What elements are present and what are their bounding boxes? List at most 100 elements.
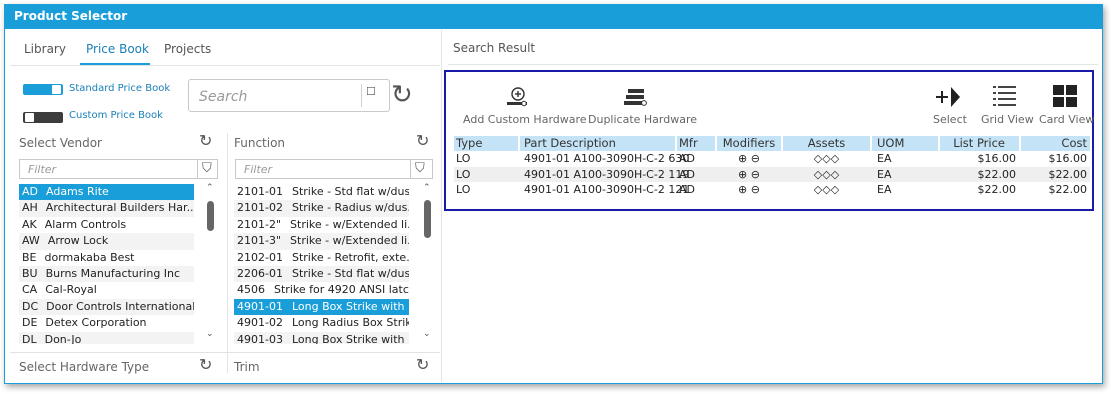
cell-cost: $22.00 bbox=[1048, 183, 1088, 196]
card-view-icon[interactable] bbox=[1052, 84, 1078, 108]
duplicate-hardware-button[interactable]: Duplicate Hardware bbox=[588, 113, 697, 126]
funnel-icon[interactable]: ⛉ bbox=[415, 161, 425, 176]
vendor-filter-separator bbox=[197, 160, 198, 178]
list-item[interactable]: CA Cal-Royal bbox=[19, 282, 194, 298]
cell-modifiers[interactable]: ⊕ ⊖ bbox=[717, 151, 781, 167]
grid-view-icon[interactable] bbox=[992, 84, 1018, 108]
vendor-filter-box: ⛉ bbox=[19, 159, 218, 179]
list-item[interactable]: DC Door Controls International bbox=[19, 298, 194, 316]
list-item[interactable]: BU Burns Manufacturing Inc bbox=[19, 265, 194, 283]
funnel-icon[interactable]: ⛉ bbox=[202, 161, 212, 176]
list-item[interactable]: 2101-02 Strike - Radius w/dus... bbox=[234, 200, 409, 217]
refresh-vendor-icon[interactable]: ↻ bbox=[199, 131, 212, 150]
list-item-name: Strike - w/Extended li... bbox=[290, 217, 409, 231]
list-item-name: Detex Corporation bbox=[45, 316, 147, 330]
col-mfr[interactable]: Mfr bbox=[677, 136, 715, 151]
list-item[interactable]: AW Arrow Lock bbox=[19, 233, 194, 250]
list-item-code: 2101-01 bbox=[237, 185, 283, 198]
vendor-scroll-thumb[interactable] bbox=[207, 201, 214, 231]
cell-assets[interactable]: ◇◇◇ bbox=[783, 182, 870, 198]
list-item-code: AD bbox=[22, 185, 38, 198]
window-title: Product Selector bbox=[4, 4, 1103, 29]
scroll-down-icon[interactable]: ⌄ bbox=[423, 329, 431, 339]
list-item-name: Strike - Std flat w/dus... bbox=[291, 185, 409, 198]
add-custom-hardware-icon[interactable] bbox=[505, 84, 531, 110]
col-uom[interactable]: UOM bbox=[872, 136, 938, 151]
list-item-code: DE bbox=[22, 316, 38, 330]
tab-library[interactable]: Library bbox=[24, 42, 66, 56]
list-item[interactable]: 2101-01 Strike - Std flat w/dus... bbox=[234, 184, 409, 200]
col-type[interactable]: Type bbox=[454, 136, 518, 151]
list-item[interactable]: 4901-02 Long Radius Box Strik... bbox=[234, 315, 409, 331]
list-item[interactable]: DL Don-Jo bbox=[19, 331, 194, 344]
list-item-code: 4901-02 bbox=[237, 316, 283, 330]
table-row[interactable]: LO 4901-01 A100-3090H-C-2 630 AD ⊕ ⊖ ◇◇◇ EA $1… bbox=[454, 151, 1090, 167]
list-item[interactable]: AH Architectural Builders Har... bbox=[19, 200, 194, 217]
list-item[interactable]: AK Alarm Controls bbox=[19, 217, 194, 233]
custom-price-book-toggle[interactable] bbox=[23, 112, 63, 123]
standard-price-book-toggle[interactable] bbox=[23, 84, 63, 95]
results-grid: Type Part Description Mfr Modifiers Asse… bbox=[454, 136, 1090, 198]
list-item[interactable]: 4506 Strike for 4920 ANSI latch bbox=[234, 282, 409, 298]
list-item[interactable]: DE Detex Corporation bbox=[19, 315, 194, 331]
cell-modifiers[interactable]: ⊕ ⊖ bbox=[717, 167, 781, 183]
duplicate-hardware-icon[interactable] bbox=[623, 86, 649, 108]
tab-price-book[interactable]: Price Book bbox=[86, 42, 149, 56]
card-view-button[interactable]: Card View bbox=[1039, 113, 1094, 126]
list-item-code: 2102-01 bbox=[237, 250, 283, 264]
refresh-trim-icon[interactable]: ↻ bbox=[416, 355, 429, 374]
list-item-code: 2101-2" bbox=[237, 217, 282, 231]
square-icon[interactable]: ☐ bbox=[366, 85, 376, 98]
select-vendor-title: Select Vendor bbox=[19, 136, 102, 150]
function-filter-input[interactable] bbox=[242, 162, 386, 177]
refresh-hardware-type-icon[interactable]: ↻ bbox=[199, 355, 212, 374]
list-item[interactable]: 2101-3" Strike - w/Extended li... bbox=[234, 233, 409, 250]
list-item-name: Strike - Std flat w/dus... bbox=[291, 266, 409, 280]
lower-divider bbox=[10, 352, 440, 353]
list-item-code: AK bbox=[22, 217, 37, 231]
function-filter-separator bbox=[410, 160, 411, 178]
function-scroll-thumb[interactable] bbox=[424, 200, 431, 238]
list-item[interactable]: 2206-01 Strike - Std flat w/dus... bbox=[234, 265, 409, 283]
function-scrollbar[interactable]: ⌃ ⌄ bbox=[423, 183, 432, 344]
scroll-up-icon[interactable]: ⌃ bbox=[423, 183, 431, 193]
list-item-code: 4506 bbox=[237, 283, 265, 297]
col-cost[interactable]: Cost bbox=[1021, 136, 1090, 151]
list-item[interactable]: 2101-2" Strike - w/Extended li... bbox=[234, 217, 409, 233]
refresh-function-icon[interactable]: ↻ bbox=[416, 131, 429, 150]
list-item[interactable]: BE dormakaba Best bbox=[19, 250, 194, 266]
list-item[interactable]: 4901-01 Long Box Strike with ... bbox=[234, 298, 409, 316]
scroll-up-icon[interactable]: ⌃ bbox=[206, 183, 214, 193]
vendor-filter-input[interactable] bbox=[26, 162, 170, 177]
list-item[interactable]: 4901-03 Long Box Strike with bbox=[234, 331, 409, 344]
function-title: Function bbox=[234, 136, 286, 150]
select-button[interactable]: Select bbox=[933, 113, 967, 126]
cell-mfr: AD bbox=[679, 167, 695, 181]
list-item-name: Long Radius Box Strik... bbox=[291, 316, 409, 330]
search-input[interactable] bbox=[197, 86, 361, 108]
cell-assets[interactable]: ◇◇◇ bbox=[783, 151, 870, 167]
table-row[interactable]: LO 4901-01 A100-3090H-C-2 119 AD ⊕ ⊖ ◇◇◇ EA $2… bbox=[454, 166, 1090, 183]
col-list-price[interactable]: List Price bbox=[940, 136, 1019, 151]
col-part-description[interactable]: Part Description bbox=[520, 136, 675, 151]
list-item[interactable]: 2102-01 Strike - Retrofit, exte... bbox=[234, 250, 409, 266]
scroll-down-icon[interactable]: ⌄ bbox=[206, 329, 214, 339]
list-item[interactable]: AD Adams Rite bbox=[19, 184, 194, 201]
cell-uom: EA bbox=[877, 167, 892, 181]
list-item-name: Strike - w/Extended li... bbox=[290, 234, 409, 248]
list-item-code: AH bbox=[22, 201, 38, 215]
select-arrow-icon[interactable] bbox=[934, 84, 962, 110]
vendor-scrollbar[interactable]: ⌃ ⌄ bbox=[206, 183, 215, 344]
cell-modifiers[interactable]: ⊕ ⊖ bbox=[717, 182, 781, 198]
add-custom-hardware-button[interactable]: Add Custom Hardware bbox=[463, 113, 587, 126]
tab-projects[interactable]: Projects bbox=[164, 42, 211, 56]
col-modifiers[interactable]: Modifiers bbox=[717, 136, 781, 151]
table-row[interactable]: LO 4901-01 A100-3090H-C-2 121 AD ⊕ ⊖ ◇◇◇ EA $2… bbox=[454, 182, 1090, 198]
grid-view-button[interactable]: Grid View bbox=[981, 113, 1034, 126]
refresh-search-icon[interactable]: ↻ bbox=[391, 80, 413, 110]
cell-assets[interactable]: ◇◇◇ bbox=[783, 167, 870, 183]
results-body: LO 4901-01 A100-3090H-C-2 630 AD ⊕ ⊖ ◇◇◇ EA $1… bbox=[454, 151, 1090, 198]
list-item-name: Strike for 4920 ANSI latch bbox=[274, 283, 409, 297]
col-assets[interactable]: Assets bbox=[783, 136, 870, 151]
list-item-code: 4901-03 bbox=[237, 332, 283, 344]
